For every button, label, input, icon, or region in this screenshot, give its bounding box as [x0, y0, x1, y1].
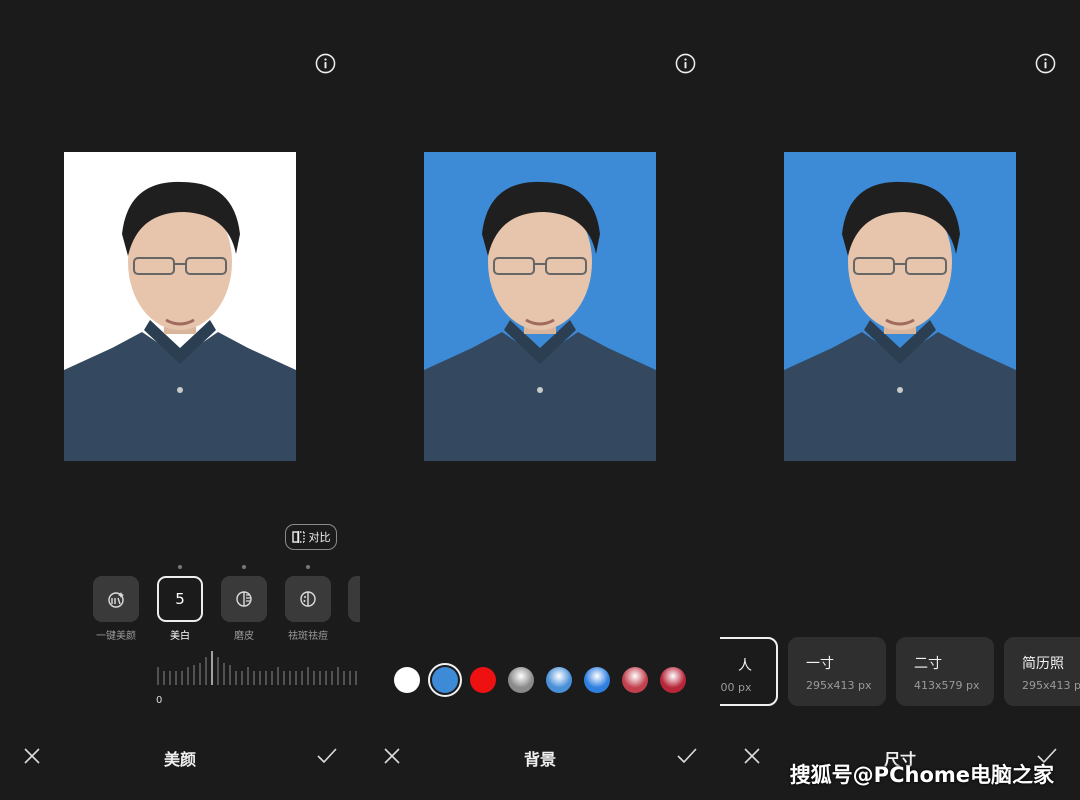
tool-label: 美白: [170, 631, 190, 642]
indicator-dot: [178, 565, 182, 569]
size-card-1-inch[interactable]: 一寸 295x413 px: [788, 637, 886, 706]
check-icon[interactable]: [676, 746, 698, 766]
color-swatch[interactable]: [394, 667, 420, 693]
compare-icon: [291, 531, 305, 543]
indicator-dot: [306, 565, 310, 569]
size-dims: 413x579 px: [914, 679, 980, 692]
slider-min-label: 0: [156, 695, 163, 706]
tool-auto-beauty[interactable]: 一键美颜: [93, 576, 139, 642]
app-screens: 对比 一键美颜 5 美白 磨皮 祛斑祛痘 0 美颜 背景 人 00 px 一寸 …: [0, 0, 1080, 800]
compare-button[interactable]: 对比: [285, 524, 337, 550]
tool-blemish-box: [285, 576, 331, 622]
portrait-photo: [424, 152, 656, 461]
info-icon[interactable]: [315, 53, 336, 74]
compare-label: 对比: [308, 531, 331, 544]
size-dims: 295x413 px: [806, 679, 872, 692]
color-swatch[interactable]: [622, 667, 648, 693]
auto-beauty-icon: [108, 592, 124, 608]
size-card-resume[interactable]: 简历照 295x413 px: [1004, 637, 1080, 706]
color-swatch[interactable]: [546, 667, 572, 693]
color-swatch[interactable]: [470, 667, 496, 693]
size-dims: x1000 px: [720, 681, 752, 694]
beauty-panel: 对比 一键美颜 5 美白 磨皮 祛斑祛痘 0 美颜: [0, 0, 360, 800]
tool-auto-beauty-box: [93, 576, 139, 622]
size-name: 二寸: [914, 656, 942, 672]
intensity-slider[interactable]: [156, 650, 360, 690]
tool-smooth-skin-box: [221, 576, 267, 622]
tool-whitening[interactable]: 5 美白: [157, 565, 203, 642]
background-panel: 背景: [360, 0, 720, 800]
portrait-photo: [784, 152, 1016, 461]
info-icon[interactable]: [1035, 53, 1056, 74]
tool-blemish[interactable]: 祛斑祛痘: [285, 565, 331, 642]
size-dims: 295x413 px: [1022, 679, 1080, 692]
size-card-custom[interactable]: 人 x1000 px: [720, 637, 778, 706]
panel-title: 美颜: [163, 750, 196, 769]
whitening-value: 5: [175, 590, 185, 608]
size-name: 简历照: [1022, 656, 1064, 672]
color-swatch[interactable]: [432, 667, 458, 693]
tool-partial-next[interactable]: [348, 576, 360, 622]
size-panel: 人 x1000 px 一寸 295x413 px 二寸 413x579 px 简…: [720, 0, 1080, 800]
bottom-bar: 背景: [360, 726, 720, 786]
size-name: 一寸: [806, 656, 834, 672]
watermark: 搜狐号@PChome电脑之家: [789, 763, 1054, 787]
tool-label: 一键美颜: [96, 631, 136, 642]
tool-label: 祛斑祛痘: [288, 631, 328, 642]
panel-title: 背景: [523, 750, 556, 769]
color-swatch[interactable]: [660, 667, 686, 693]
blemish-icon: [300, 591, 316, 607]
bottom-bar: 美颜: [0, 726, 360, 786]
size-name: 人: [738, 658, 752, 674]
color-swatch[interactable]: [584, 667, 610, 693]
portrait-photo: [64, 152, 296, 461]
size-card-2-inch[interactable]: 二寸 413x579 px: [896, 637, 994, 706]
info-icon[interactable]: [675, 53, 696, 74]
indicator-dot: [242, 565, 246, 569]
tool-whitening-box: 5: [157, 576, 203, 622]
check-icon[interactable]: [316, 746, 338, 766]
tool-smooth-skin[interactable]: 磨皮: [221, 565, 267, 642]
smooth-skin-icon: [236, 591, 252, 607]
tool-label: 磨皮: [234, 631, 254, 642]
color-swatch[interactable]: [508, 667, 534, 693]
